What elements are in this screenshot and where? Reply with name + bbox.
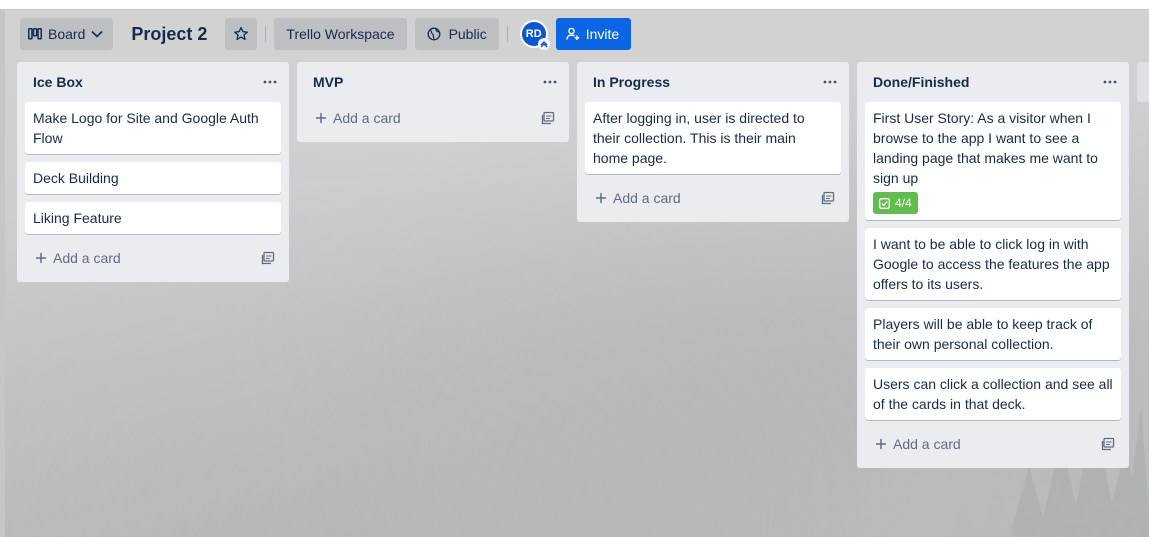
card-template-icon[interactable] [541, 111, 555, 125]
list-header: Ice Box [17, 62, 289, 102]
visibility-button[interactable]: Public [414, 18, 499, 50]
list-title[interactable]: Ice Box [33, 74, 83, 90]
checklist-count: 4/4 [895, 196, 912, 210]
add-card-label: Add a card [893, 436, 961, 452]
add-card-row: Add a card [585, 182, 841, 214]
admin-icon [537, 38, 550, 50]
list-title[interactable]: Done/Finished [873, 74, 969, 90]
member-avatar[interactable]: RD [519, 20, 550, 50]
card-list: After logging in, user is directed to th… [577, 102, 849, 174]
card[interactable]: First User Story: As a visitor when I br… [865, 102, 1121, 220]
browser-top-strip [0, 0, 1149, 10]
add-card-row: Add a card [865, 428, 1121, 460]
plus-icon [315, 112, 327, 124]
header-divider [265, 26, 267, 42]
list-in-progress: In Progress After logging in, user is di… [577, 62, 849, 222]
view-switcher-label: Board [48, 26, 86, 42]
add-card-label: Add a card [53, 250, 121, 266]
checkbox-icon [879, 197, 890, 209]
card-template-icon[interactable] [1101, 437, 1115, 451]
list-header: In Progress [577, 62, 849, 102]
more-dots-icon[interactable] [543, 80, 557, 84]
add-card-button[interactable]: Add a card [315, 110, 401, 126]
add-card-button[interactable]: Add a card [875, 436, 961, 452]
card[interactable]: Deck Building [25, 162, 281, 194]
list-title[interactable]: In Progress [593, 74, 670, 90]
more-dots-icon[interactable] [1103, 80, 1117, 84]
invite-button[interactable]: Invite [555, 18, 632, 50]
list-done-finished: Done/Finished First User Story: As a vis… [857, 62, 1129, 468]
list-header: MVP [297, 62, 569, 102]
list-title[interactable]: MVP [313, 74, 343, 90]
board-header: Board Project 2 Trello Workspace Public … [20, 18, 632, 50]
card-template-icon[interactable] [821, 191, 835, 205]
card-list: First User Story: As a visitor when I br… [857, 102, 1129, 420]
window-edge [0, 10, 5, 537]
card[interactable]: Liking Feature [25, 202, 281, 234]
star-icon [233, 26, 249, 42]
add-card-label: Add a card [333, 110, 401, 126]
add-list-stub[interactable] [1137, 62, 1149, 102]
invite-label: Invite [585, 26, 620, 42]
star-button[interactable] [225, 18, 258, 50]
card-template-icon[interactable] [261, 251, 275, 265]
list-header: Done/Finished [857, 62, 1129, 102]
add-person-icon [566, 27, 580, 41]
card-list: Make Logo for Site and Google Auth Flow … [17, 102, 289, 234]
card[interactable]: I want to be able to click log in with G… [865, 228, 1121, 300]
workspace-button[interactable]: Trello Workspace [274, 18, 407, 50]
card[interactable]: Make Logo for Site and Google Auth Flow [25, 102, 281, 154]
plus-icon [35, 252, 47, 264]
header-divider [506, 26, 508, 42]
card-title: First User Story: As a visitor when I br… [873, 110, 1098, 186]
board-title[interactable]: Project 2 [121, 18, 217, 50]
avatar-initials: RD [525, 28, 542, 40]
list-mvp: MVP Add a card [297, 62, 569, 142]
card[interactable]: After logging in, user is directed to th… [585, 102, 841, 174]
add-card-row: Add a card [25, 242, 281, 274]
visibility-label: Public [448, 26, 487, 42]
add-card-label: Add a card [613, 190, 681, 206]
card[interactable]: Players will be able to keep track of th… [865, 308, 1121, 360]
globe-icon [427, 27, 441, 41]
add-card-row: Add a card [305, 102, 561, 134]
more-dots-icon[interactable] [263, 80, 277, 84]
add-card-button[interactable]: Add a card [35, 250, 121, 266]
plus-icon [595, 192, 607, 204]
board-icon [28, 28, 42, 40]
plus-icon [875, 438, 887, 450]
list-ice-box: Ice Box Make Logo for Site and Google Au… [17, 62, 289, 282]
view-switcher-button[interactable]: Board [20, 18, 114, 50]
add-card-button[interactable]: Add a card [595, 190, 681, 206]
more-dots-icon[interactable] [823, 80, 837, 84]
checklist-badge: 4/4 [873, 192, 918, 214]
card[interactable]: Users can click a collection and see all… [865, 368, 1121, 420]
chevron-down-icon [91, 30, 103, 38]
